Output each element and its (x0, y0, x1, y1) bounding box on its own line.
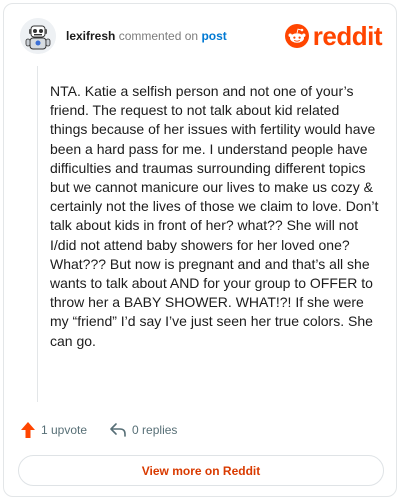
byline: lexifresh commented on post (66, 29, 227, 43)
reddit-wordmark: reddit (312, 21, 383, 51)
upvote-arrow-icon (21, 422, 35, 438)
post-link[interactable]: post (201, 29, 226, 43)
comment-embed-card: lexifresh commented on post reddit NTA. … (3, 3, 397, 497)
upvote-button[interactable]: 1 upvote (20, 421, 87, 439)
reddit-alien-icon (284, 24, 309, 48)
robot-avatar-icon (20, 18, 56, 54)
reddit-logo[interactable]: reddit (284, 21, 383, 51)
reply-arrow-icon (110, 423, 126, 437)
upvote-count: 1 upvote (41, 423, 88, 437)
comment-body: NTA. Katie a selfish person and not one … (50, 83, 379, 349)
byline-action: commented on (118, 29, 199, 43)
username-link[interactable]: lexifresh (66, 29, 115, 43)
reply-button[interactable]: 0 replies (109, 422, 177, 438)
comment-footer: 1 upvote 0 replies (20, 418, 199, 442)
avatar[interactable] (20, 18, 56, 54)
reply-count: 0 replies (132, 423, 178, 437)
thread-line (37, 66, 38, 402)
view-more-button[interactable]: View more on Reddit (18, 455, 384, 486)
comment-header: lexifresh commented on post reddit (20, 18, 383, 54)
